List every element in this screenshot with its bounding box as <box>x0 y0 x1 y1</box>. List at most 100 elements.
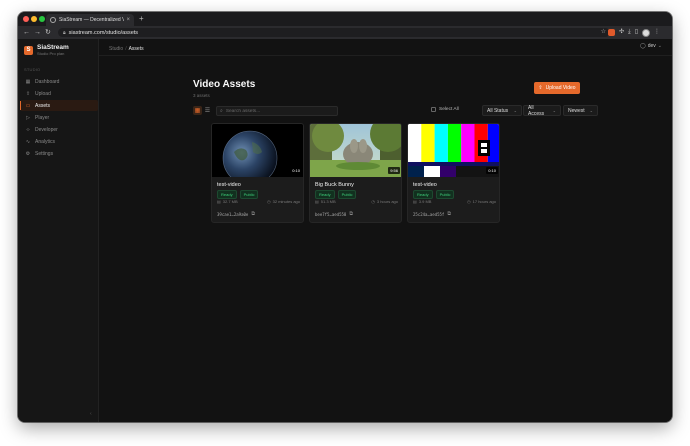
url-text: siastream.com/studio/assets <box>68 29 139 36</box>
asset-badges: Ready Public <box>217 190 259 199</box>
status-filter-select[interactable]: All Status ⌄ <box>482 105 522 116</box>
upload-time: 3 hours ago <box>376 199 398 204</box>
gear-icon: ⚙ <box>25 150 31 157</box>
asset-id-text: 39cae1…2a9a0e <box>217 211 249 217</box>
list-view-button[interactable]: ☰ <box>203 106 212 115</box>
asset-title: test-video <box>217 182 241 188</box>
sidebar-item-dashboard[interactable]: ▦ Dashboard <box>20 76 98 87</box>
forward-button[interactable]: → <box>34 27 41 38</box>
search-box: ⌕ <box>216 106 338 116</box>
extension-icon[interactable] <box>608 29 615 36</box>
sort-select[interactable]: Newest ⌄ <box>563 105 598 116</box>
brand-logo: S <box>24 45 33 55</box>
checkbox-icon <box>431 107 436 112</box>
copy-icon[interactable]: ⧉ <box>349 211 353 217</box>
access-badge: Public <box>239 190 259 199</box>
asset-id: 25c24a…aed55f ⧉ <box>413 211 451 217</box>
file-size-icon: ▤ <box>315 199 319 204</box>
app-root: S SiaStream Studio Pro plan STUDIO ▦ Das… <box>18 39 672 422</box>
sidebar-item-developer[interactable]: ‹› Developer <box>20 124 98 135</box>
file-size-icon: ▤ <box>217 199 221 204</box>
sidebar-item-label: Dashboard <box>35 78 60 85</box>
asset-card[interactable]: 0:10 test-video Ready Public ▤ 32.7 MB ◷ 3… <box>211 123 304 223</box>
reload-button[interactable]: ↻ <box>45 27 51 38</box>
profile-avatar[interactable] <box>642 28 650 37</box>
sidebar-item-analytics[interactable]: ∿ Analytics <box>20 136 98 147</box>
brand[interactable]: S SiaStream Studio Pro plan <box>24 44 69 56</box>
clock-icon: ◷ <box>467 199 471 204</box>
more-menu-icon[interactable]: ⋮ <box>654 28 660 37</box>
search-input[interactable] <box>225 108 326 114</box>
sort-value: Newest <box>568 107 585 114</box>
close-window-button[interactable] <box>23 16 29 22</box>
copy-icon[interactable]: ⧉ <box>251 211 255 217</box>
grid-view-button[interactable]: ▦ <box>193 106 202 115</box>
asset-id: bee7f5…aed558 ⧉ <box>315 211 353 217</box>
browser-window: SiaStream — Decentralized V × + ← → ↻ 🔒︎… <box>18 12 672 422</box>
asset-meta: ▤ 32.7 MB ◷ 32 minutes ago <box>217 199 300 204</box>
breadcrumb-current: Assets <box>128 46 144 52</box>
user-icon: ◯ <box>640 43 646 49</box>
bookmark-star-icon[interactable]: ☆ <box>601 28 606 37</box>
asset-card[interactable]: 0:10 test-video Ready Public ▤ 3.9 MB ◷ 17… <box>407 123 500 223</box>
asset-id: 39cae1…2a9a0e ⧉ <box>217 211 255 217</box>
upload-icon: ⇧ <box>538 85 543 91</box>
asset-thumbnail[interactable]: 0:10 <box>212 124 303 177</box>
browser-tab[interactable]: SiaStream — Decentralized V × <box>46 14 134 26</box>
asset-id-text: 25c24a…aed55f <box>413 211 445 217</box>
clock-icon: ◷ <box>371 199 375 204</box>
tab-close-icon[interactable]: × <box>126 17 130 23</box>
chevron-down-icon: ⌄ <box>513 108 517 113</box>
sidebar-item-label: Player <box>35 114 50 121</box>
sidebar-item-settings[interactable]: ⚙ Settings <box>20 148 98 159</box>
chart-icon: ∿ <box>25 138 31 145</box>
asset-thumbnail[interactable]: 0:10 <box>408 124 499 177</box>
status-filter-value: All Status <box>487 107 509 114</box>
status-badge: Ready <box>217 190 237 199</box>
main-content: Studio / Assets ◯ dev ⌄ Video Assets 3 ass… <box>99 39 672 422</box>
page-title: Video Assets <box>193 79 256 90</box>
header-divider <box>99 55 672 56</box>
copy-icon[interactable]: ⧉ <box>447 211 451 217</box>
chevron-down-icon: ⌄ <box>552 108 556 113</box>
user-menu[interactable]: ◯ dev ⌄ <box>640 43 662 49</box>
select-all-checkbox[interactable]: Select All <box>431 107 459 112</box>
address-bar[interactable]: 🔒︎ siastream.com/studio/assets ☆ <box>58 28 610 37</box>
breadcrumb: Studio / Assets <box>109 46 144 52</box>
back-button[interactable]: ← <box>23 27 30 38</box>
sidepanel-icon[interactable]: ▯ <box>635 28 638 37</box>
sidebar-item-upload[interactable]: ⇧ Upload <box>20 88 98 99</box>
upload-video-button[interactable]: ⇧ Upload Video <box>534 82 580 94</box>
puzzle-icon[interactable]: ✣ <box>619 28 624 37</box>
brand-subtitle: Studio Pro plan <box>37 51 65 56</box>
asset-meta: ▤ 51.3 MB ◷ 3 hours ago <box>315 199 398 204</box>
browser-titlebar: SiaStream — Decentralized V × + <box>18 12 672 26</box>
sidebar-item-label: Developer <box>35 126 58 133</box>
minimize-window-button[interactable] <box>31 16 37 22</box>
sidebar-item-label: Assets <box>35 102 51 109</box>
chevron-down-icon: ⌄ <box>657 43 662 49</box>
sidebar-item-assets[interactable]: ▭ Assets <box>20 100 98 111</box>
play-icon: ▷ <box>26 114 30 121</box>
asset-thumbnail[interactable]: 9:56 <box>310 124 401 177</box>
asset-meta: ▤ 3.9 MB ◷ 17 hours ago <box>413 199 496 204</box>
asset-badges: Ready Public <box>315 190 357 199</box>
access-filter-select[interactable]: All Access ⌄ <box>523 105 561 117</box>
asset-title: test-video <box>413 182 437 188</box>
chevron-down-icon: ⌄ <box>589 108 593 113</box>
maximize-window-button[interactable] <box>39 16 45 22</box>
upload-time: 32 minutes ago <box>272 199 300 204</box>
download-icon[interactable]: ⤓ <box>628 28 631 37</box>
sidebar-item-player[interactable]: ▷ Player <box>20 112 98 123</box>
sidebar: S SiaStream Studio Pro plan STUDIO ▦ Das… <box>18 39 99 422</box>
file-size: 51.3 MB <box>320 199 336 204</box>
brand-name: SiaStream <box>37 44 69 51</box>
search-icon: ⌕ <box>220 108 223 114</box>
asset-card[interactable]: 9:56 Big Buck Bunny Ready Public ▤ 51.3 M… <box>309 123 402 223</box>
collapse-sidebar-icon[interactable]: ‹ <box>90 411 92 417</box>
asset-count: 3 assets <box>193 93 210 98</box>
breadcrumb-root[interactable]: Studio <box>109 46 123 52</box>
new-tab-button[interactable]: + <box>139 14 144 24</box>
file-size-icon: ▤ <box>413 199 417 204</box>
lock-icon: 🔒︎ <box>63 29 66 36</box>
